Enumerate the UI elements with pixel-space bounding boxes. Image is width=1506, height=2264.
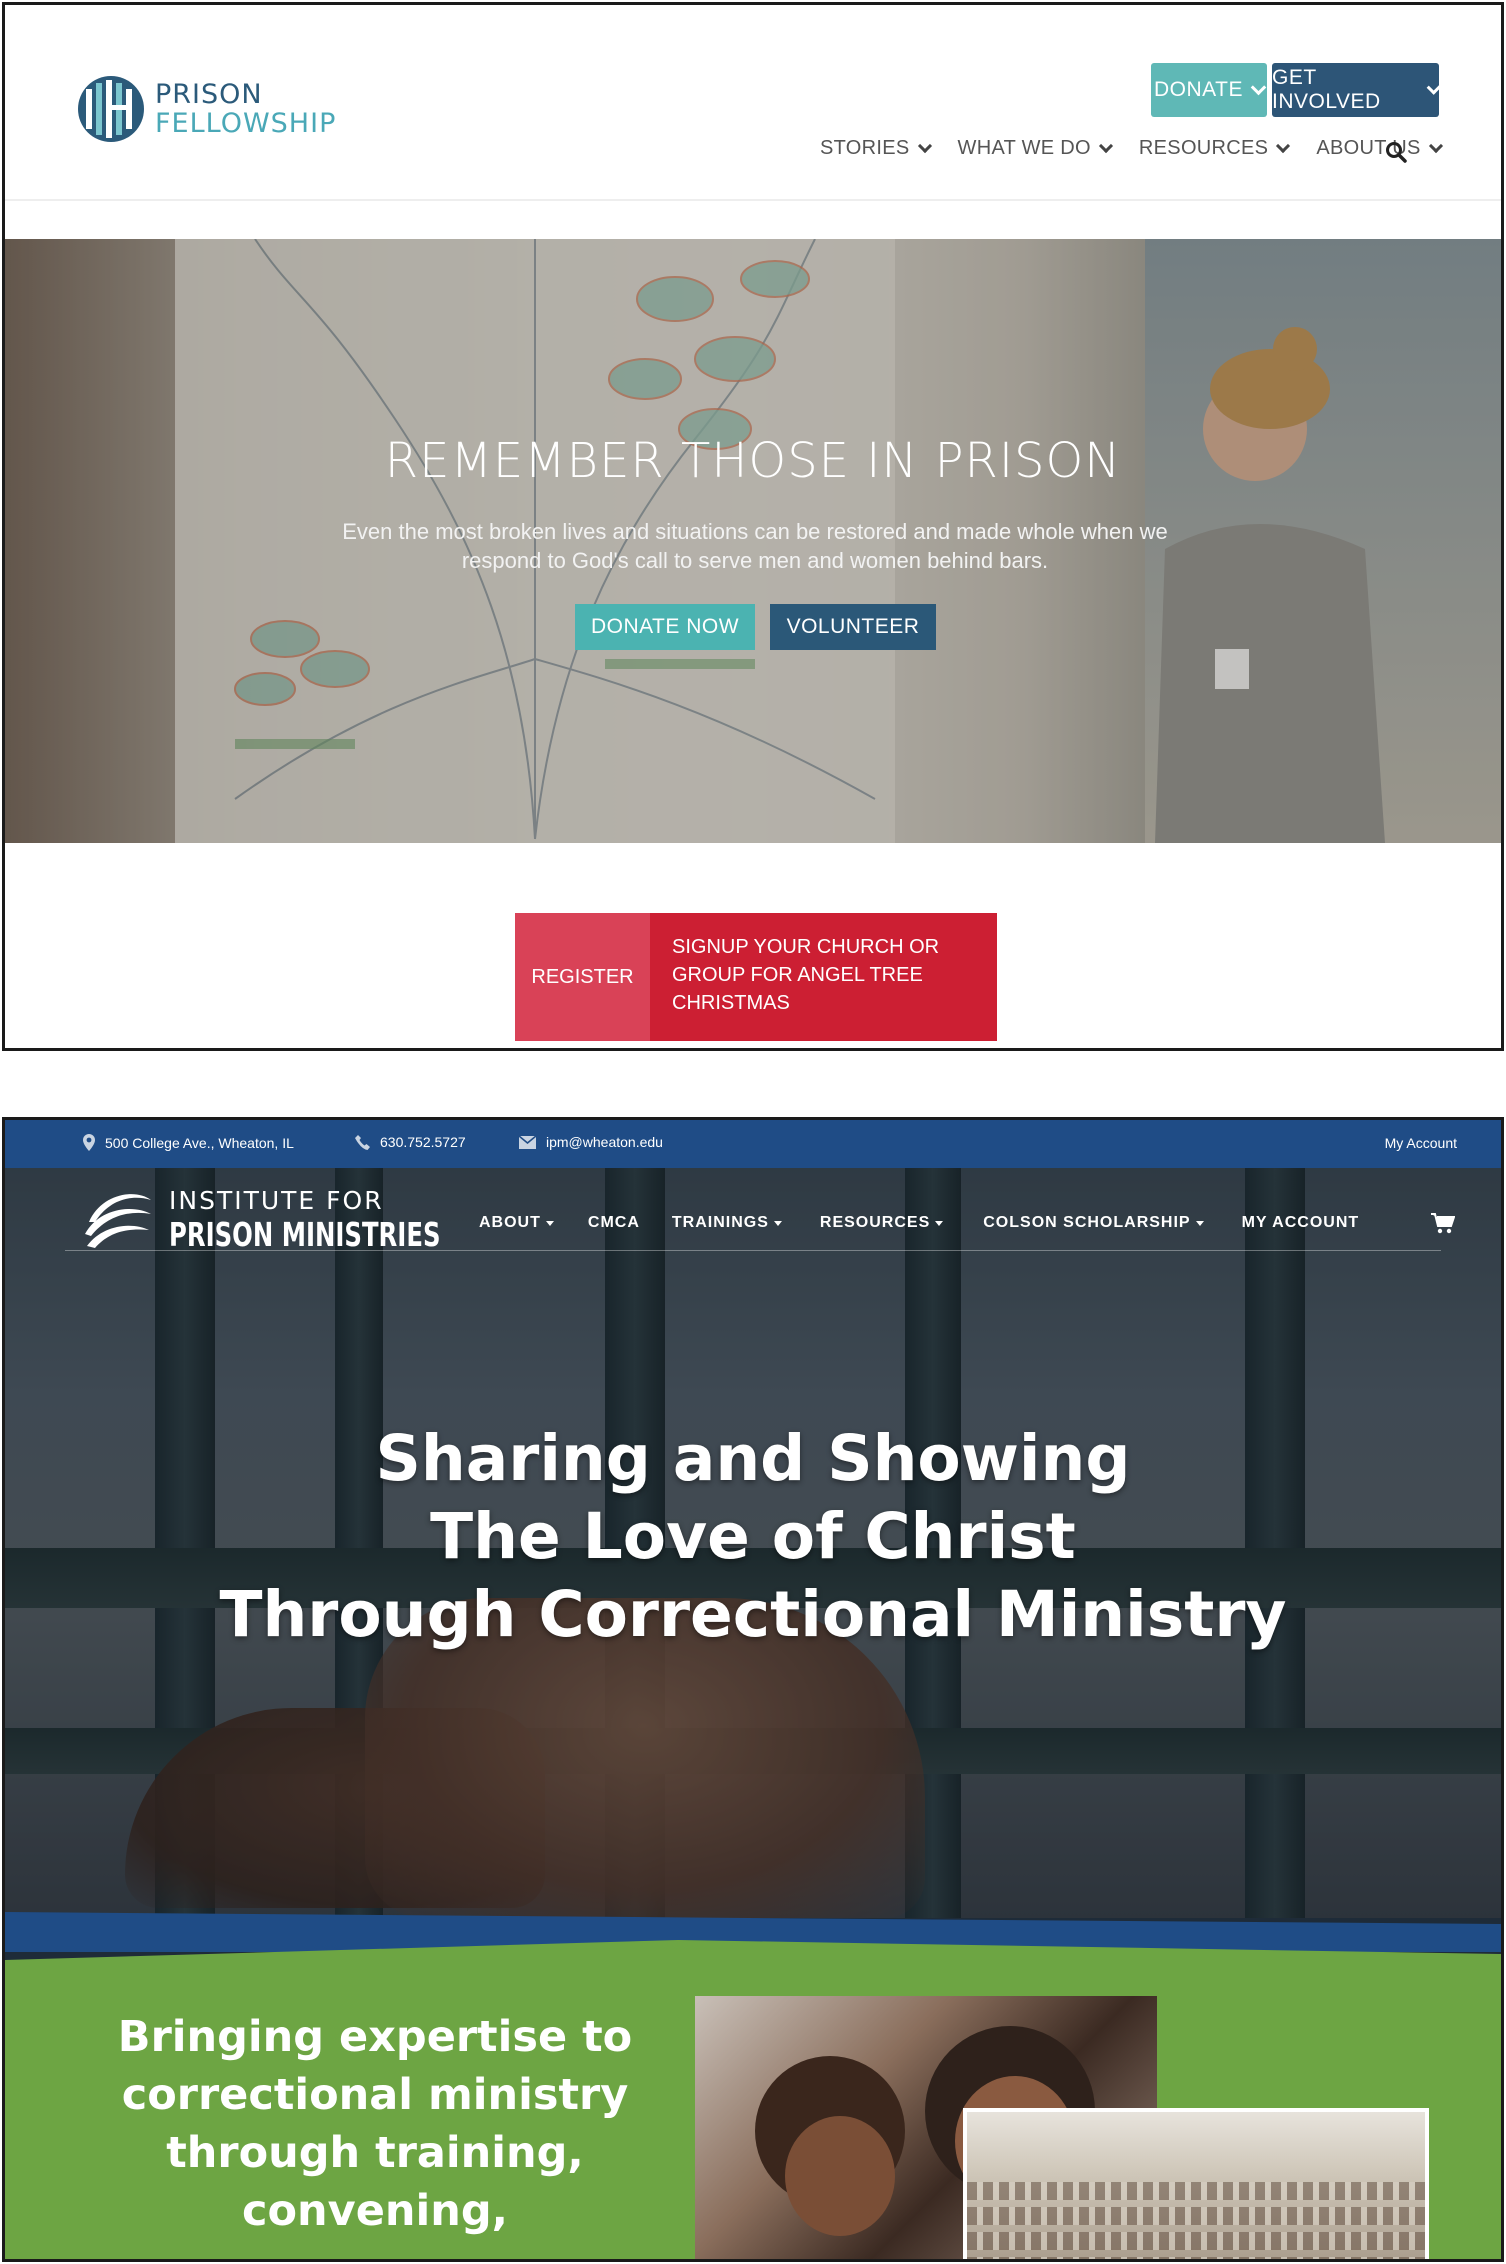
chevron-down-icon [917,138,932,153]
nav-item-resources[interactable]: RESOURCES [819,1214,944,1232]
pf-logo[interactable]: PRISON FELLOWSHIP [77,75,336,143]
ipm-logo[interactable]: INSTITUTE FOR PRISON MINISTRIES [81,1186,500,1254]
nav-item-resources[interactable]: RESOURCES [1138,137,1291,160]
nav-item-about-us[interactable]: ABOUT US [1316,137,1443,160]
institute-for-prison-ministries-screenshot: 500 College Ave., Wheaton, IL 630.752.57… [2,1117,1504,2262]
nav-item-label: COLSON SCHOLARSHIP [983,1214,1191,1231]
tagline-line: convening, [242,2186,508,2236]
pf-header: PRISON FELLOWSHIP DONATE GET INVOLVED ST… [5,5,1501,201]
chevron-down-icon [1428,138,1443,153]
hero-headline-line: Through Correctional Ministry [219,1578,1287,1651]
caret-down-icon [773,1220,782,1226]
email-text: ipm@wheaton.edu [546,1134,663,1150]
donate-button-label: DONATE [1154,78,1243,101]
phone-info[interactable]: 630.752.5727 [355,1134,466,1150]
phone-icon [355,1134,370,1150]
nav-item-about[interactable]: ABOUT [479,1214,554,1232]
nav-item-label: TRAININGS [671,1214,769,1231]
get-involved-button-label: GET INVOLVED [1272,66,1381,113]
ipm-logo-icon [85,1194,151,1248]
shopping-cart-icon[interactable] [1431,1212,1455,1234]
donate-now-button[interactable]: DONATE NOW [575,604,755,650]
nav-item-colson-scholarship[interactable]: COLSON SCHOLARSHIP [983,1214,1204,1232]
pf-logo-line2: FELLOWSHIP [155,108,337,139]
map-pin-icon [83,1134,95,1151]
register-banner-text[interactable]: SIGNUP YOUR CHURCH OR GROUP FOR ANGEL TR… [650,913,997,1041]
angel-tree-register-banner[interactable]: REGISTER SIGNUP YOUR CHURCH OR GROUP FOR… [515,913,997,1041]
nav-item-cmca[interactable]: CMCA [588,1214,640,1232]
pf-hero-banner: REMEMBER THOSE IN PRISON Even the most b… [5,239,1501,843]
pf-logo-icon [78,76,144,142]
nav-item-what-we-do[interactable]: WHAT WE DO [957,137,1113,160]
hero-headline-line: The Love of Christ [430,1500,1076,1573]
tagline-line: Bringing expertise to [117,2012,633,2062]
hero-subtitle: Even the most broken lives and situation… [342,519,1168,573]
caret-down-icon [935,1220,944,1226]
nav-item-label: ABOUT [479,1214,541,1231]
search-icon[interactable] [1385,141,1407,163]
caret-down-icon [1195,1220,1204,1226]
ipm-logo-line2: PRISON MINISTRIES [169,1215,441,1254]
tagline-line: correctional ministry [121,2070,629,2120]
hero-headline-line: Sharing and Showing [375,1422,1131,1495]
chevron-down-icon [1426,79,1442,95]
nav-item-label: WHAT WE DO [957,137,1091,159]
pf-main-nav: STORIES WHAT WE DO RESOURCES ABOUT US [820,137,1443,160]
prison-fellowship-screenshot: PRISON FELLOWSHIP DONATE GET INVOLVED ST… [2,2,1504,1051]
my-account-link[interactable]: My Account [1385,1135,1457,1151]
phone-text: 630.752.5727 [380,1134,466,1150]
address-info: 500 College Ave., Wheaton, IL [83,1134,294,1151]
tagline-line: through training, [166,2128,584,2178]
caret-down-icon [545,1220,554,1226]
donate-button[interactable]: DONATE [1151,63,1267,117]
register-button[interactable]: REGISTER [515,913,650,1041]
chevron-down-icon [1276,138,1291,153]
envelope-icon [519,1135,536,1149]
nav-item-label: STORIES [820,137,910,159]
nav-item-label: CMCA [587,1214,640,1231]
ipm-contact-bar: 500 College Ave., Wheaton, IL 630.752.57… [5,1120,1501,1168]
pf-logo-line1: PRISON [155,79,263,110]
nav-item-stories[interactable]: STORIES [820,137,932,160]
get-involved-button[interactable]: GET INVOLVED [1272,63,1442,117]
email-info[interactable]: ipm@wheaton.edu [519,1134,663,1150]
volunteer-button[interactable]: VOLUNTEER [770,604,936,650]
mission-tagline: Bringing expertise to correctional minis… [95,2008,655,2240]
nav-item-label: RESOURCES [819,1214,931,1231]
ipm-main-nav: ABOUT CMCA TRAININGS RESOURCES COLSON SC… [479,1214,1359,1232]
address-text: 500 College Ave., Wheaton, IL [105,1134,294,1151]
nav-item-my-account[interactable]: MY ACCOUNT [1242,1214,1360,1232]
chevron-down-icon [1250,79,1267,95]
nav-item-label: RESOURCES [1138,137,1269,159]
classroom-photo [963,2108,1429,2259]
hero-headline: Sharing and Showing The Love of Christ T… [5,1420,1501,1654]
nav-item-label: MY ACCOUNT [1241,1214,1360,1231]
ipm-logo-line1: INSTITUTE FOR [169,1186,384,1215]
hero-title: REMEMBER THOSE IN PRISON [384,433,1122,489]
nav-item-trainings[interactable]: TRAININGS [672,1214,782,1232]
chevron-down-icon [1098,138,1113,153]
